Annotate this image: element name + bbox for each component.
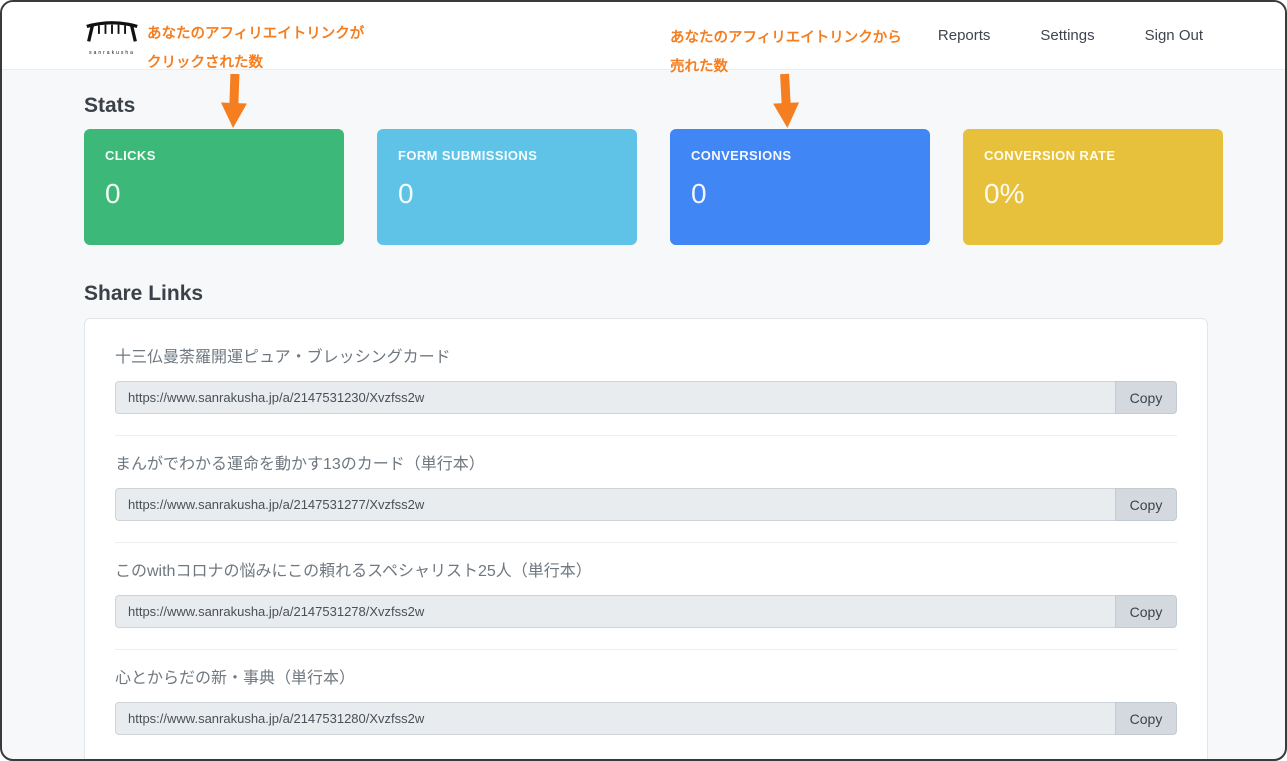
affiliate-url-input[interactable] [115,381,1115,414]
stat-card-clicks: CLICKS 0 [84,129,344,245]
main-content: Stats CLICKS 0 FORM SUBMISSIONS 0 CONVER… [2,94,1285,759]
affiliate-url-input[interactable] [115,595,1115,628]
logo: sanrakusha [84,16,140,56]
link-input-group: Copy [115,595,1177,628]
copy-button[interactable]: Copy [1115,595,1177,628]
stat-card-value: 0 [398,178,414,209]
down-arrow-icon [773,73,800,128]
header-nav: Reports Settings Sign Out [938,27,1203,44]
torii-bridge-icon [86,20,138,42]
nav-sign-out[interactable]: Sign Out [1145,27,1203,44]
nav-reports[interactable]: Reports [938,27,991,44]
page: sanrakusha Reports Settings Sign Out あなた… [0,0,1287,761]
stat-card-label: CONVERSIONS [691,148,792,163]
stat-card-value: 0% [984,178,1025,209]
share-links-heading: Share Links [84,282,204,305]
stat-card-conversion-rate: CONVERSION RATE 0% [963,129,1223,245]
nav-settings[interactable]: Settings [1040,27,1094,44]
down-arrow-icon [220,73,247,128]
stat-card-label: FORM SUBMISSIONS [398,148,538,163]
share-link-row: まんがでわかる運命を動かす13のカード（単行本） Copy [115,436,1177,543]
logo-text: sanrakusha [89,49,135,56]
share-link-row: 心とからだの新・事典（単行本） Copy [115,650,1177,756]
share-link-title: このwithコロナの悩みにこの頼れるスペシャリスト25人（単行本） [115,563,592,580]
annotation-line: クリックされた数 [147,55,263,71]
stat-cards: CLICKS 0 FORM SUBMISSIONS 0 CONVERSIONS … [84,129,1223,245]
share-link-title: 十三仏曼荼羅開運ピュア・ブレッシングカード [115,349,451,366]
link-input-group: Copy [115,488,1177,521]
affiliate-url-input[interactable] [115,488,1115,521]
share-link-title: 心とからだの新・事典（単行本） [115,670,356,687]
stat-card-label: CLICKS [105,148,156,163]
stat-card-value: 0 [691,178,707,209]
copy-button[interactable]: Copy [1115,381,1177,414]
share-links-card: 十三仏曼荼羅開運ピュア・ブレッシングカード Copy まんがでわかる運命を動かす… [84,318,1208,759]
stat-card-conversions: CONVERSIONS 0 [670,129,930,245]
stat-card-label: CONVERSION RATE [984,148,1116,163]
annotation-line: あなたのアフィリエイトリンクが [147,26,365,42]
stat-card-form-submissions: FORM SUBMISSIONS 0 [377,129,637,245]
stats-heading: Stats [84,94,136,117]
copy-button[interactable]: Copy [1115,488,1177,521]
link-input-group: Copy [115,702,1177,735]
annotation-line: あなたのアフィリエイトリンクから [670,30,902,46]
copy-button[interactable]: Copy [1115,702,1177,735]
stat-card-value: 0 [105,178,121,209]
annotation-clicks-note: あなたのアフィリエイトリンクが クリックされた数 [147,20,364,78]
affiliate-url-input[interactable] [115,702,1115,735]
link-input-group: Copy [115,381,1177,414]
share-link-row: 十三仏曼荼羅開運ピュア・ブレッシングカード Copy [115,329,1177,436]
share-link-row: このwithコロナの悩みにこの頼れるスペシャリスト25人（単行本） Copy [115,543,1177,650]
share-link-title: まんがでわかる運命を動かす13のカード（単行本） [115,456,485,473]
